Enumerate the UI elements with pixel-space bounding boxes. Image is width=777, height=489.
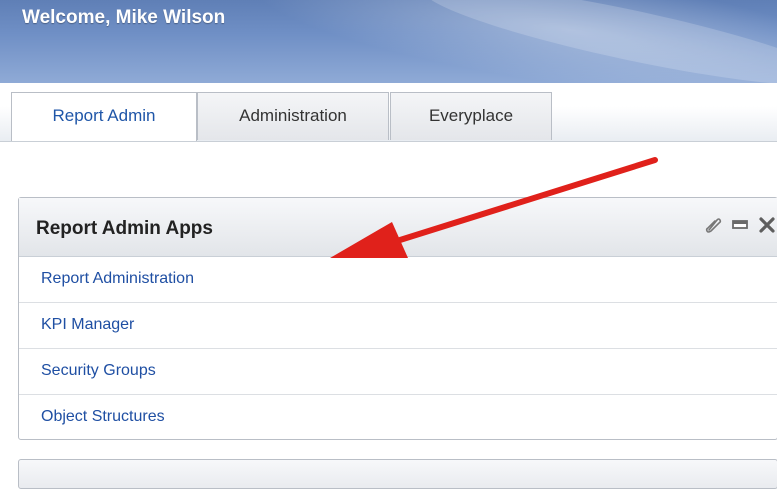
tab-administration[interactable]: Administration	[197, 92, 389, 140]
portlet-controls	[703, 215, 777, 235]
list-item: KPI Manager	[19, 303, 777, 349]
portlet-title: Report Admin Apps	[36, 218, 213, 239]
header-banner: Welcome, Mike Wilson	[0, 0, 777, 83]
security-groups-link[interactable]: Security Groups	[41, 362, 156, 380]
next-portlet-header	[18, 459, 777, 489]
report-admin-apps-portlet: Report Admin Apps Report Administration …	[18, 197, 777, 440]
tab-bar: Report Admin Administration Everyplace	[0, 83, 777, 142]
minimize-icon[interactable]	[730, 215, 750, 235]
list-item: Object Structures	[19, 395, 777, 440]
edit-icon[interactable]	[703, 215, 723, 235]
welcome-text: Welcome, Mike Wilson	[22, 7, 226, 28]
portlet-link-list: Report Administration KPI Manager Securi…	[19, 257, 777, 440]
tab-report-admin[interactable]: Report Admin	[11, 92, 197, 141]
list-item: Report Administration	[19, 257, 777, 303]
kpi-manager-link[interactable]: KPI Manager	[41, 316, 134, 334]
tab-everyplace[interactable]: Everyplace	[390, 92, 552, 140]
report-administration-link[interactable]: Report Administration	[41, 270, 194, 288]
close-icon[interactable]	[757, 215, 777, 235]
portlet-header: Report Admin Apps	[19, 198, 777, 257]
object-structures-link[interactable]: Object Structures	[41, 408, 165, 426]
list-item: Security Groups	[19, 349, 777, 395]
